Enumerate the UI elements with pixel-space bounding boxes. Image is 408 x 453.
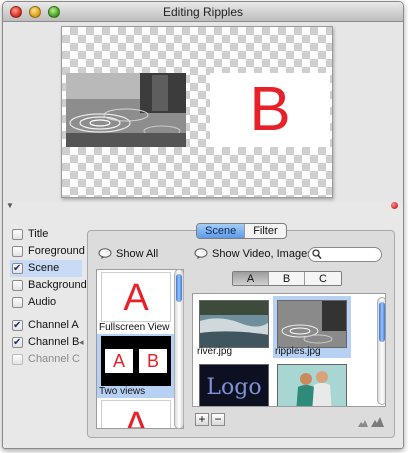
zoom-out-mountain-icon[interactable] (358, 419, 368, 427)
channel-label: Channel A (28, 319, 79, 331)
show-video-label: Show Video, Images (212, 248, 313, 260)
channel-item-c[interactable]: Channel C (10, 351, 82, 368)
layer-label: Audio (28, 296, 57, 308)
ripples-picture (278, 301, 346, 347)
scene-caption: Two views (99, 386, 146, 397)
media-browser: river.jpg ripples.jpg Logo (192, 293, 386, 407)
channel-label: Channel B (28, 336, 80, 348)
channel-selector: A B C (232, 271, 342, 286)
people-picture (278, 365, 346, 406)
window-title: Editing Ripples (162, 5, 244, 19)
channel-a-ripples-image (66, 73, 186, 147)
media-item-ripples[interactable]: ripples.jpg (273, 296, 351, 358)
speech-bubble-icon (194, 248, 208, 259)
show-all-label: Show All (116, 248, 159, 260)
remove-media-button[interactable]: − (211, 413, 225, 426)
layer-background-checkbox[interactable] (12, 280, 23, 291)
disclosure-triangle-icon[interactable]: ▼ (6, 201, 14, 210)
layer-label: Foreground (28, 245, 85, 257)
collapse-arrow-icon[interactable]: ◂ (79, 337, 84, 348)
search-field[interactable] (308, 247, 382, 262)
inspector-tabs: Scene Filter (196, 223, 287, 239)
zoom-in-mountain-icon[interactable] (371, 416, 384, 427)
scene-item-fullscreen-view[interactable]: A Fullscreen View (97, 270, 183, 334)
add-media-button[interactable]: + (195, 413, 209, 426)
channel-b-checkbox[interactable] (12, 334, 23, 351)
record-dot-icon (391, 202, 398, 209)
speech-bubble-icon (98, 248, 112, 259)
scene-thumbnail: A (101, 272, 171, 322)
media-thumbnail (199, 300, 269, 348)
channel-item-a[interactable]: Channel A (10, 317, 82, 334)
layer-scene-checkbox[interactable] (12, 260, 23, 277)
layer-item-audio[interactable]: Audio (10, 294, 82, 311)
layer-foreground-checkbox[interactable] (12, 246, 23, 257)
layer-item-foreground[interactable]: Foreground (10, 243, 85, 260)
layer-item-title[interactable]: Title (10, 226, 82, 243)
scene-thumb-letter: B (139, 349, 167, 373)
magnifier-icon (312, 249, 322, 260)
logo-text: Logo (206, 375, 262, 400)
layer-item-scene[interactable]: Scene (10, 260, 82, 277)
show-video-images-button[interactable]: Show Video, Images (194, 245, 313, 263)
media-item-river[interactable]: river.jpg (195, 296, 273, 358)
channel-b-letter-card: B (210, 73, 330, 147)
preview-area: B (3, 22, 403, 202)
scene-list-scrollbar[interactable] (174, 269, 184, 429)
preview-canvas[interactable]: B (61, 26, 333, 198)
scene-thumbnail: A (101, 400, 171, 429)
river-picture (200, 301, 268, 347)
media-item-people[interactable] (273, 360, 351, 406)
scene-item-partial[interactable]: A (97, 398, 183, 429)
channel-tab-c[interactable]: C (305, 272, 341, 285)
media-caption: ripples.jpg (275, 346, 321, 357)
channel-tab-a[interactable]: A (233, 272, 269, 285)
clip-b-letter: B (249, 75, 291, 144)
scene-thumb-letter: A (105, 349, 133, 373)
media-thumbnail (277, 300, 347, 348)
media-thumbnail: Logo (199, 364, 269, 406)
channel-tab-b[interactable]: B (269, 272, 305, 285)
layer-label: Scene (28, 262, 60, 274)
split-divider[interactable]: ▼ (3, 201, 403, 210)
tab-scene[interactable]: Scene (197, 224, 246, 238)
media-scrollbar[interactable] (377, 297, 385, 405)
layer-audio-checkbox[interactable] (12, 297, 23, 308)
tab-filter[interactable]: Filter (245, 224, 285, 238)
channel-a-checkbox[interactable] (12, 317, 23, 334)
layer-title-checkbox[interactable] (12, 229, 23, 240)
layer-list: Title Foreground Scene Background Audio … (10, 226, 87, 368)
ripples-picture (66, 73, 186, 147)
scene-list: A Fullscreen View A B Two views A (96, 269, 184, 429)
inspector-panel: Scene Filter Show All Show Video, Images (87, 223, 395, 438)
scrollbar-thumb[interactable] (176, 274, 182, 302)
scene-thumb-letter: A (123, 405, 149, 429)
scene-thumbnail: A B (101, 336, 171, 386)
scene-caption: Fullscreen View (99, 322, 170, 333)
channel-item-b[interactable]: Channel B (10, 334, 82, 351)
scene-thumb-letter: A (123, 277, 149, 319)
channel-label: Channel C (28, 353, 80, 365)
media-item-logo[interactable]: Logo (195, 360, 273, 406)
channel-c-checkbox[interactable] (12, 354, 23, 365)
title-bar[interactable]: Editing Ripples (3, 2, 403, 22)
layer-item-background[interactable]: Background (10, 277, 87, 294)
show-all-button[interactable]: Show All (98, 245, 158, 263)
scene-item-two-views[interactable]: A B Two views (97, 334, 183, 398)
media-caption: river.jpg (197, 346, 233, 357)
layer-label: Background (28, 279, 87, 291)
media-thumbnail (277, 364, 347, 406)
scrollbar-thumb[interactable] (379, 302, 385, 342)
layer-label: Title (28, 228, 49, 240)
editor-window: Editing Ripples B ▼ Title Foreground ✔ S… (2, 1, 404, 449)
